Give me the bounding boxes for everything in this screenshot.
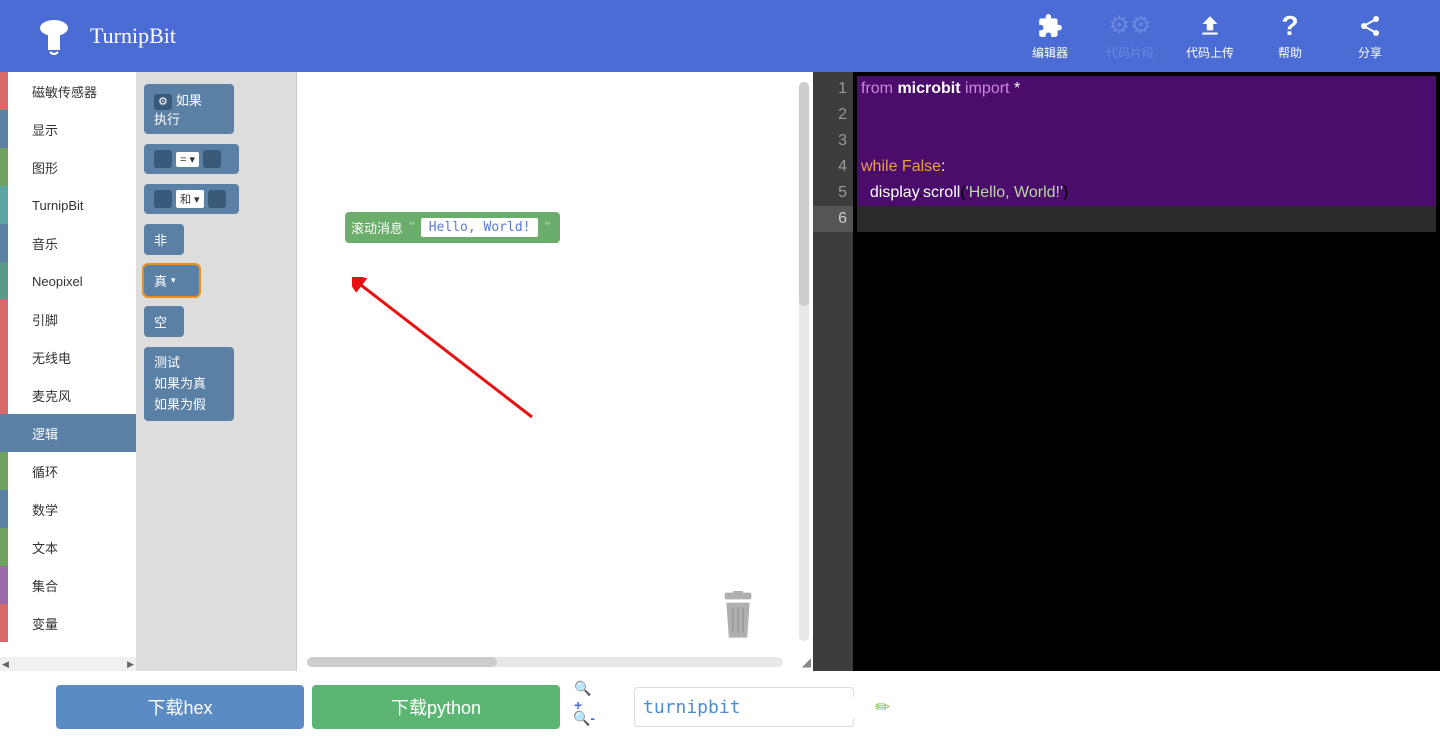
sidebar-scrollbar[interactable]: ◀ ▶ bbox=[0, 657, 136, 671]
code-content[interactable]: from microbit import * while False: disp… bbox=[853, 72, 1440, 671]
ghost-block-group[interactable]: 滚动消息 " Hello, World! " bbox=[347, 212, 560, 243]
logo-area: TurnipBit bbox=[30, 16, 176, 56]
block-true[interactable]: 真 ▾ bbox=[144, 265, 199, 296]
value-slot bbox=[208, 190, 226, 208]
message-value[interactable]: Hello, World! bbox=[421, 218, 539, 237]
value-slot bbox=[203, 150, 221, 168]
question-icon: ? bbox=[1281, 12, 1298, 40]
compare-dropdown[interactable]: = ▾ bbox=[176, 152, 199, 167]
code-editor[interactable]: 1 2 3 4 5 6 from microbit import * while… bbox=[813, 72, 1440, 671]
block-scroll-message[interactable]: 滚动消息 " Hello, World! " bbox=[345, 212, 560, 243]
footer: 下载hex 下载python 🔍+ 🔍- ✏ bbox=[0, 671, 1440, 743]
share-icon bbox=[1358, 12, 1382, 40]
project-name-input[interactable] bbox=[643, 697, 875, 718]
app-header: TurnipBit 编辑器 ⚙⚙ 代码片段 代码上传 ? 帮助 分享 bbox=[0, 0, 1440, 72]
puzzle-icon bbox=[1037, 12, 1063, 40]
scroll-left-icon[interactable]: ◀ bbox=[2, 659, 9, 670]
value-slot bbox=[154, 150, 172, 168]
workspace-scrollbar-horizontal[interactable] bbox=[307, 657, 783, 667]
snippets-button[interactable]: ⚙⚙ 代码片段 bbox=[1090, 12, 1170, 61]
zoom-in-button[interactable]: 🔍+ bbox=[574, 686, 594, 706]
share-button[interactable]: 分享 bbox=[1330, 12, 1410, 61]
sidebar-item-text[interactable]: 文本 bbox=[0, 528, 136, 566]
sidebar-item-magnet[interactable]: 磁敏传感器 bbox=[0, 72, 136, 110]
block-ternary[interactable]: 测试 如果为真 如果为假 bbox=[144, 347, 234, 421]
sidebar-item-turnipbit[interactable]: TurnipBit bbox=[0, 186, 136, 224]
sidebar-item-math[interactable]: 数学 bbox=[0, 490, 136, 528]
project-name-field[interactable]: ✏ bbox=[634, 687, 854, 727]
block-compare[interactable]: = ▾ bbox=[144, 144, 239, 174]
help-button[interactable]: ? 帮助 bbox=[1250, 12, 1330, 61]
sidebar-item-loops[interactable]: 循环 bbox=[0, 452, 136, 490]
pencil-icon[interactable]: ✏ bbox=[875, 697, 890, 718]
resize-handle-icon[interactable]: ◢ bbox=[802, 655, 811, 669]
sidebar-item-neopixel[interactable]: Neopixel bbox=[0, 262, 136, 300]
download-hex-button[interactable]: 下载hex bbox=[56, 685, 304, 729]
main-area: 磁敏传感器 显示 图形 TurnipBit 音乐 Neopixel 引脚 无线电… bbox=[0, 72, 1440, 671]
trash-icon[interactable] bbox=[718, 591, 758, 641]
quote-close-icon: " bbox=[544, 220, 550, 236]
sidebar-item-music[interactable]: 音乐 bbox=[0, 224, 136, 262]
block-toolbox: ⚙如果 执行 = ▾ 和 ▾ 非 真 ▾ 空 测试 如果为真 如果为假 bbox=[136, 72, 296, 671]
gear-icon: ⚙ bbox=[154, 94, 172, 110]
sidebar-item-variables[interactable]: 变量 bbox=[0, 604, 136, 642]
upload-button[interactable]: 代码上传 bbox=[1170, 12, 1250, 61]
block-if[interactable]: ⚙如果 执行 bbox=[144, 84, 234, 134]
block-and[interactable]: 和 ▾ bbox=[144, 184, 239, 214]
block-not[interactable]: 非 bbox=[144, 224, 184, 255]
sidebar-item-logic[interactable]: 逻辑 bbox=[0, 414, 136, 452]
scroll-right-icon[interactable]: ▶ bbox=[127, 659, 134, 670]
and-dropdown[interactable]: 和 ▾ bbox=[176, 190, 204, 208]
line-gutter: 1 2 3 4 5 6 bbox=[813, 72, 853, 671]
editor-button[interactable]: 编辑器 bbox=[1010, 12, 1090, 61]
sidebar-item-lists[interactable]: 集合 bbox=[0, 566, 136, 604]
zoom-out-button[interactable]: 🔍- bbox=[574, 708, 594, 728]
logo-icon bbox=[30, 16, 78, 56]
sidebar-item-radio[interactable]: 无线电 bbox=[0, 338, 136, 376]
blockly-workspace[interactable]: 滚动消息 " Hello, World! " ◢ bbox=[296, 72, 813, 671]
quote-open-icon: " bbox=[409, 220, 415, 236]
arrow-annotation bbox=[352, 277, 552, 427]
sidebar-item-display[interactable]: 显示 bbox=[0, 110, 136, 148]
app-title: TurnipBit bbox=[90, 23, 176, 49]
dropdown-arrow-icon: ▾ bbox=[171, 275, 176, 286]
gears-icon: ⚙⚙ bbox=[1108, 12, 1151, 40]
sidebar-item-pins[interactable]: 引脚 bbox=[0, 300, 136, 338]
workspace-scrollbar-vertical[interactable] bbox=[799, 82, 809, 641]
download-python-button[interactable]: 下载python bbox=[312, 685, 560, 729]
sidebar-item-microphone[interactable]: 麦克风 bbox=[0, 376, 136, 414]
value-slot bbox=[154, 190, 172, 208]
upload-icon bbox=[1197, 12, 1223, 40]
sidebar-item-image[interactable]: 图形 bbox=[0, 148, 136, 186]
category-sidebar: 磁敏传感器 显示 图形 TurnipBit 音乐 Neopixel 引脚 无线电… bbox=[0, 72, 136, 671]
block-null[interactable]: 空 bbox=[144, 306, 184, 337]
